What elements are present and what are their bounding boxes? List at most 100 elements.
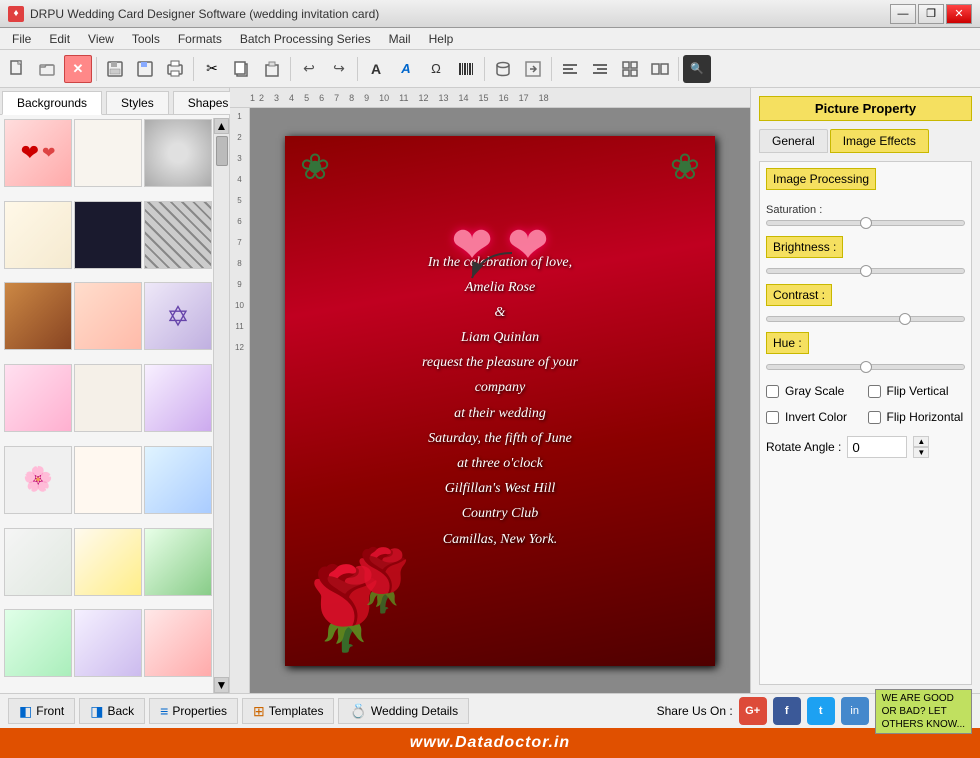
menu-view[interactable]: View <box>80 30 122 48</box>
tb-database[interactable] <box>489 55 517 83</box>
tb-copy[interactable] <box>228 55 256 83</box>
tb-delete[interactable]: ✕ <box>64 55 92 83</box>
tb-cut[interactable]: ✂ <box>198 55 226 83</box>
thumb-19[interactable] <box>4 609 72 677</box>
tab-styles[interactable]: Styles <box>106 91 169 114</box>
thumb-11[interactable] <box>74 364 142 432</box>
invert-color-checkbox[interactable] <box>766 411 779 424</box>
tab-general[interactable]: General <box>759 129 828 153</box>
scrollbar[interactable]: ▲ ▼ <box>213 118 229 693</box>
thumb-18[interactable] <box>144 528 212 596</box>
tb-symbol[interactable]: Ω <box>422 55 450 83</box>
scroll-up-btn[interactable]: ▲ <box>214 118 229 134</box>
tb-print-preview[interactable] <box>161 55 189 83</box>
tb-save-as[interactable] <box>131 55 159 83</box>
tb-paste[interactable] <box>258 55 286 83</box>
thumb-10[interactable] <box>4 364 72 432</box>
window-controls[interactable]: — ❐ ✕ <box>890 4 972 24</box>
tb-redo[interactable]: ↪ <box>325 55 353 83</box>
menu-help[interactable]: Help <box>421 30 462 48</box>
tb-import[interactable] <box>519 55 547 83</box>
thumb-4[interactable] <box>4 201 72 269</box>
menu-tools[interactable]: Tools <box>124 30 168 48</box>
flip-vertical-checkbox[interactable] <box>868 385 881 398</box>
properties-button[interactable]: ≡ Properties <box>149 698 238 724</box>
brightness-row: Brightness : <box>766 236 965 274</box>
maximize-button[interactable]: ❐ <box>918 4 944 24</box>
flip-horizontal-checkbox[interactable] <box>868 411 881 424</box>
thumb-6[interactable] <box>144 201 212 269</box>
brightness-slider[interactable] <box>766 268 965 274</box>
back-icon: ◨ <box>90 703 103 720</box>
menu-formats[interactable]: Formats <box>170 30 230 48</box>
rotate-up-btn[interactable]: ▲ <box>913 436 929 447</box>
tb-zoom[interactable]: 🔍 <box>683 55 711 83</box>
thumb-20[interactable] <box>74 609 142 677</box>
grayscale-checkbox[interactable] <box>766 385 779 398</box>
scroll-thumb[interactable] <box>216 136 228 166</box>
thumb-17[interactable] <box>74 528 142 596</box>
rating-box: WE ARE GOOD OR BAD? LET OTHERS KNOW... <box>875 689 972 734</box>
share-label: Share Us On : <box>657 704 733 718</box>
thumb-14[interactable] <box>74 446 142 514</box>
tb-align-left[interactable] <box>556 55 584 83</box>
tab-image-effects[interactable]: Image Effects <box>830 129 929 153</box>
thumb-1[interactable]: ❤ ❤ <box>4 119 72 187</box>
close-button[interactable]: ✕ <box>946 4 972 24</box>
menu-mail[interactable]: Mail <box>381 30 419 48</box>
tab-backgrounds[interactable]: Backgrounds <box>2 91 102 115</box>
google-plus-btn[interactable]: G+ <box>739 697 767 725</box>
contrast-row: Contrast : <box>766 284 965 322</box>
scroll-down-btn[interactable]: ▼ <box>214 677 229 693</box>
rotate-down-btn[interactable]: ▼ <box>913 447 929 458</box>
rating-line3: OTHERS KNOW... <box>882 718 965 731</box>
tb-new[interactable] <box>4 55 32 83</box>
thumb-12[interactable] <box>144 364 212 432</box>
front-button[interactable]: ◧ Front <box>8 698 75 724</box>
tb-barcode[interactable] <box>452 55 480 83</box>
thumb-7[interactable] <box>4 282 72 350</box>
invert-color-label: Invert Color <box>785 410 847 424</box>
tb-open[interactable] <box>34 55 62 83</box>
thumb-9[interactable]: ✡ <box>144 282 212 350</box>
tb-ratio[interactable] <box>646 55 674 83</box>
templates-button[interactable]: ⊞ Templates <box>242 698 334 724</box>
canvas-workspace: ❀ ❀ ❤ ❤ 🌹 🌹 In the celebration of love, … <box>250 108 750 693</box>
window-title: DRPU Wedding Card Designer Software (wed… <box>30 7 379 21</box>
rotate-angle-input[interactable] <box>847 436 907 458</box>
hue-slider[interactable] <box>766 364 965 370</box>
back-button[interactable]: ◨ Back <box>79 698 145 724</box>
tb-grid[interactable] <box>616 55 644 83</box>
thumb-5[interactable] <box>74 201 142 269</box>
sep7 <box>678 57 679 81</box>
thumb-16[interactable] <box>4 528 72 596</box>
menu-batch-processing[interactable]: Batch Processing Series <box>232 30 379 48</box>
twitter-btn[interactable]: t <box>807 697 835 725</box>
tb-undo[interactable]: ↩ <box>295 55 323 83</box>
website-url: www.Datadoctor.in <box>410 734 570 752</box>
thumb-13[interactable]: 🌸 <box>4 446 72 514</box>
thumb-3[interactable] <box>144 119 212 187</box>
templates-icon: ⊞ <box>253 703 265 720</box>
titlebar: ♦ DRPU Wedding Card Designer Software (w… <box>0 0 980 28</box>
wedding-details-button[interactable]: 💍 Wedding Details <box>338 698 469 724</box>
menu-file[interactable]: File <box>4 30 39 48</box>
thumb-8[interactable] <box>74 282 142 350</box>
tb-wordart[interactable]: A <box>392 55 420 83</box>
thumb-2[interactable] <box>74 119 142 187</box>
share-btn-4[interactable]: in <box>841 697 869 725</box>
tb-save[interactable] <box>101 55 129 83</box>
card-canvas[interactable]: ❀ ❀ ❤ ❤ 🌹 🌹 In the celebration of love, … <box>285 136 715 666</box>
menu-edit[interactable]: Edit <box>41 30 78 48</box>
thumb-15[interactable] <box>144 446 212 514</box>
arrow-annotation <box>462 243 522 293</box>
tb-align-right[interactable] <box>586 55 614 83</box>
property-tabs: General Image Effects <box>759 129 972 153</box>
tb-text[interactable]: A <box>362 55 390 83</box>
contrast-slider[interactable] <box>766 316 965 322</box>
minimize-button[interactable]: — <box>890 4 916 24</box>
thumb-21[interactable] <box>144 609 212 677</box>
saturation-slider[interactable] <box>766 220 965 226</box>
rating-line2: OR BAD? LET <box>882 705 965 718</box>
facebook-btn[interactable]: f <box>773 697 801 725</box>
